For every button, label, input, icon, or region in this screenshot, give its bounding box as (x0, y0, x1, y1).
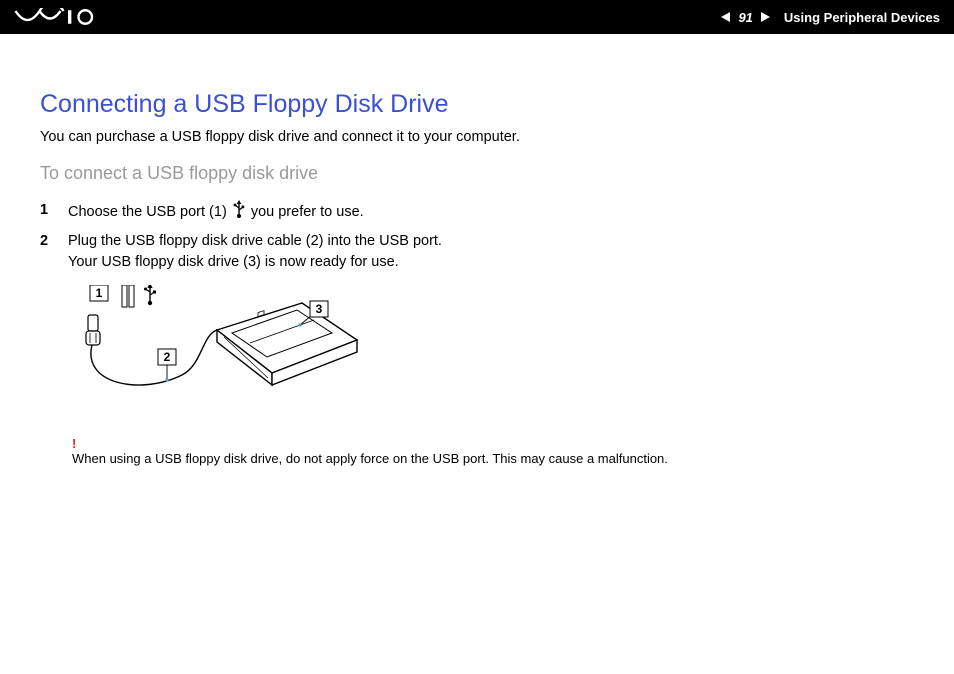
floppy-diagram: 1 (72, 285, 914, 420)
section-title: Using Peripheral Devices (784, 10, 940, 25)
intro-text: You can purchase a USB floppy disk drive… (40, 129, 914, 145)
diagram-label-3: 3 (316, 302, 323, 316)
usb-icon (233, 200, 245, 225)
vaio-logo (14, 0, 104, 34)
step-text: Choose the USB port (1) you prefer to us… (68, 200, 914, 225)
prev-page-arrow[interactable] (721, 12, 730, 22)
page-content: Connecting a USB Floppy Disk Drive You c… (0, 34, 954, 466)
warning-icon: ! (72, 436, 914, 451)
next-page-arrow[interactable] (761, 12, 770, 22)
step-number: 1 (40, 200, 68, 225)
step-text: Plug the USB floppy disk drive cable (2)… (68, 231, 914, 273)
warning-note: ! When using a USB floppy disk drive, do… (72, 436, 914, 466)
page-number: 91 (738, 10, 752, 25)
warning-text: When using a USB floppy disk drive, do n… (72, 451, 914, 466)
subtitle: To connect a USB floppy disk drive (40, 163, 914, 184)
diagram-label-1: 1 (96, 286, 103, 300)
step-2-line2: Your USB floppy disk drive (3) is now re… (68, 254, 399, 270)
page-title: Connecting a USB Floppy Disk Drive (40, 90, 914, 119)
diagram-label-2: 2 (164, 350, 171, 364)
steps-list: 1 Choose the USB port (1) you prefer to … (40, 200, 914, 273)
step-1-post: you prefer to use. (247, 204, 364, 220)
header-right: 91 Using Peripheral Devices (721, 10, 940, 25)
step-1: 1 Choose the USB port (1) you prefer to … (40, 200, 914, 225)
step-2: 2 Plug the USB floppy disk drive cable (… (40, 231, 914, 273)
step-number: 2 (40, 231, 68, 273)
step-2-line1: Plug the USB floppy disk drive cable (2)… (68, 233, 442, 249)
step-1-pre: Choose the USB port (1) (68, 204, 231, 220)
header-bar: 91 Using Peripheral Devices (0, 0, 954, 34)
